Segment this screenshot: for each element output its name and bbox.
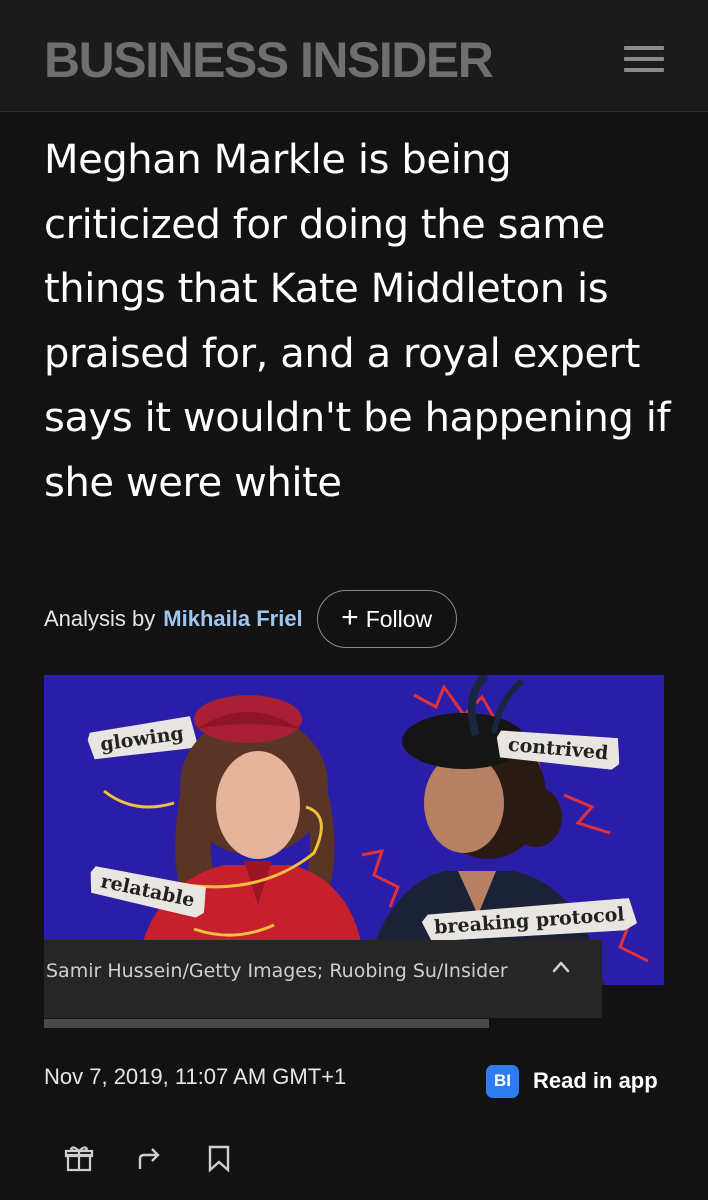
image-caption: Samir Hussein/Getty Images; Ruobing Su/I… [44, 940, 602, 1018]
business-insider-logo[interactable]: BUSINESS INSIDER [44, 30, 494, 90]
hero-illustration [44, 675, 664, 985]
publish-date: Nov 7, 2019, 11:07 AM GMT+1 [44, 1064, 347, 1089]
article-headline: Meghan Markle is being criticized for do… [44, 137, 671, 506]
author-link[interactable]: Mikhaila Friel [163, 606, 302, 632]
caption-scrollbar [44, 1019, 489, 1028]
byline: Analysis by Mikhaila Friel + Follow [44, 590, 457, 648]
plus-icon: + [341, 601, 359, 634]
site-header: BUSINESS INSIDER [0, 0, 708, 112]
read-in-app-link[interactable]: BI Read in app [486, 1063, 658, 1099]
bi-app-icon: BI [486, 1064, 519, 1098]
bookmark-icon[interactable] [204, 1143, 234, 1173]
byline-prefix: Analysis by [44, 606, 156, 631]
caption-text: Samir Hussein/Getty Images; Ruobing Su/I… [46, 960, 508, 982]
share-icon[interactable] [134, 1143, 164, 1173]
hamburger-menu-icon[interactable] [624, 46, 664, 72]
follow-button[interactable]: + Follow [316, 590, 457, 648]
article-actions [64, 1143, 234, 1175]
hero-image[interactable]: glowing contrived relatable breaking pro… [44, 675, 664, 985]
read-in-app-label: Read in app [533, 1068, 658, 1093]
gift-icon[interactable] [64, 1143, 94, 1173]
follow-label: Follow [365, 605, 433, 632]
chevron-up-icon[interactable] [550, 956, 572, 978]
